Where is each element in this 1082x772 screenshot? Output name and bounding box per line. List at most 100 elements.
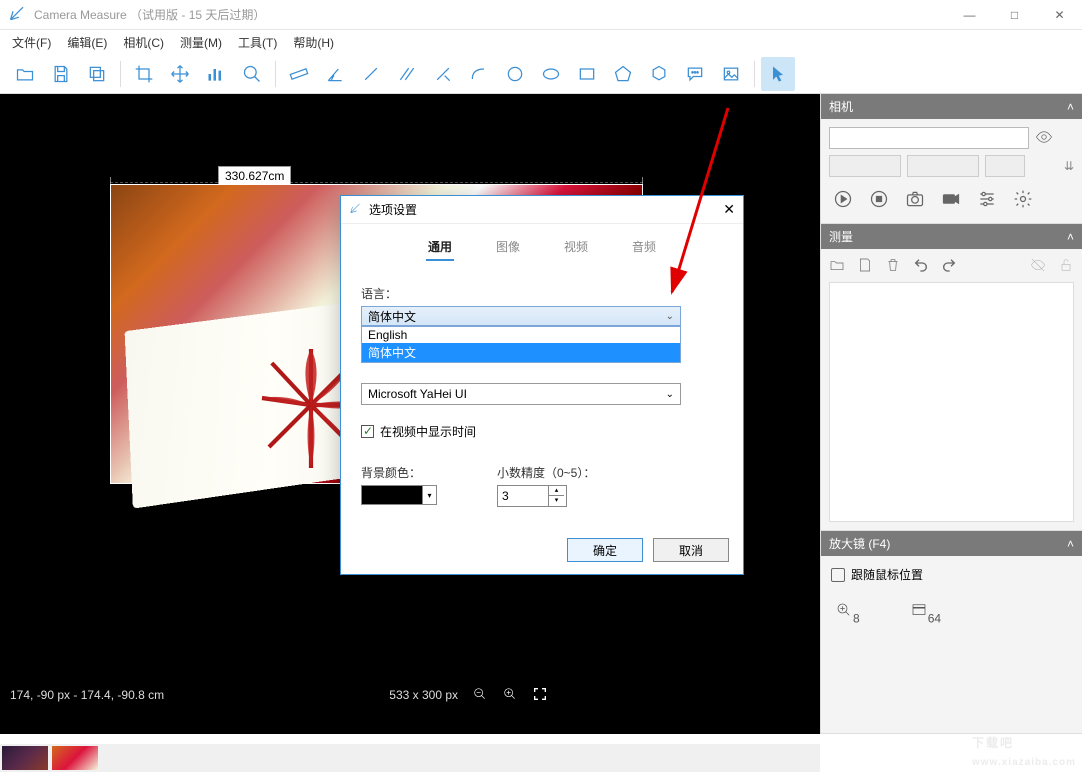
measurement-list[interactable] — [829, 282, 1074, 522]
menu-help[interactable]: 帮助(H) — [285, 32, 342, 53]
magnifier-panel: 放大镜 (F4) ˄ 跟随鼠标位置 8 64 — [821, 531, 1082, 734]
camera-panel: 相机 ˄ ⇊ — [821, 94, 1082, 224]
camera-fps-select[interactable] — [907, 155, 979, 177]
eye-icon[interactable] — [1035, 128, 1053, 149]
open-icon[interactable] — [8, 57, 42, 91]
camera-format-select[interactable] — [985, 155, 1025, 177]
camera-panel-header[interactable]: 相机 ˄ — [821, 94, 1082, 119]
chevron-up-icon: ˄ — [1067, 100, 1074, 114]
pentagon-icon[interactable] — [606, 57, 640, 91]
app-icon — [8, 3, 28, 26]
cancel-button[interactable]: 取消 — [653, 538, 729, 562]
tab-general[interactable]: 通用 — [426, 234, 454, 261]
window-title: Camera Measure （试用版 - 15 天后过期） — [34, 6, 947, 23]
gear-icon[interactable] — [1013, 189, 1033, 209]
measure-panel-header[interactable]: 测量 ˄ — [821, 224, 1082, 249]
menu-tools[interactable]: 工具(T) — [230, 32, 285, 53]
menu-edit[interactable]: 编辑(E) — [59, 32, 115, 53]
redo-icon[interactable] — [941, 257, 957, 276]
options-dialog: 选项设置 ✕ 通用 图像 视频 音频 语言： 简体中文 ⌄ English 简体… — [340, 195, 744, 575]
checkbox-checked-icon[interactable]: ✓ — [361, 425, 374, 438]
thumbnail[interactable] — [52, 746, 98, 770]
close-icon[interactable]: ✕ — [723, 201, 735, 218]
menu-measure[interactable]: 测量(M) — [172, 32, 230, 53]
sidebar: 相机 ˄ ⇊ — [820, 94, 1082, 734]
tab-video[interactable]: 视频 — [562, 234, 590, 261]
search-icon[interactable] — [235, 57, 269, 91]
language-label: 语言： — [361, 285, 723, 302]
chevron-up-icon: ˄ — [1067, 230, 1074, 244]
status-bar: 174, -90 px - 174.4, -90.8 cm 533 x 300 … — [0, 682, 558, 708]
image-icon[interactable] — [714, 57, 748, 91]
record-icon[interactable] — [941, 189, 961, 209]
ok-button[interactable]: 确定 — [567, 538, 643, 562]
histogram-icon[interactable] — [199, 57, 233, 91]
magnifier-panel-header[interactable]: 放大镜 (F4) ˄ — [821, 531, 1082, 556]
menubar: 文件(F) 编辑(E) 相机(C) 测量(M) 工具(T) 帮助(H) — [0, 30, 1082, 54]
save-icon[interactable] — [44, 57, 78, 91]
menu-file[interactable]: 文件(F) — [4, 32, 59, 53]
maximize-button[interactable]: □ — [992, 0, 1037, 30]
chevron-down-icon: ⌄ — [666, 389, 674, 400]
copy-icon[interactable] — [80, 57, 114, 91]
dialog-titlebar: 选项设置 ✕ — [341, 196, 743, 224]
ruler-icon[interactable] — [282, 57, 316, 91]
language-select[interactable]: 简体中文 ⌄ — [361, 306, 681, 326]
angle-icon[interactable] — [318, 57, 352, 91]
toolbar — [0, 54, 1082, 94]
window-small-icon[interactable]: 64 — [910, 601, 941, 625]
tab-image[interactable]: 图像 — [494, 234, 522, 261]
expand-icon[interactable]: ⇊ — [1064, 159, 1074, 173]
language-option-english[interactable]: English — [362, 327, 680, 343]
precision-spinner[interactable]: ▴▾ — [497, 485, 567, 507]
comment-icon[interactable] — [678, 57, 712, 91]
status-size: 533 x 300 px — [389, 688, 458, 702]
minimize-button[interactable]: ― — [947, 0, 992, 30]
fullscreen-icon[interactable] — [532, 686, 548, 705]
spinner-down[interactable]: ▾ — [548, 496, 564, 506]
undo-icon[interactable] — [913, 257, 929, 276]
bgcolor-dropdown-button[interactable]: ▾ — [423, 485, 437, 505]
bgcolor-swatch[interactable] — [361, 485, 423, 505]
thumbnail[interactable] — [2, 746, 48, 770]
polygon-icon[interactable] — [642, 57, 676, 91]
follow-mouse-label: 跟随鼠标位置 — [851, 566, 923, 583]
chevron-up-icon: ˄ — [1067, 537, 1074, 551]
pointer-icon[interactable] — [761, 57, 795, 91]
zoom-in-icon[interactable] — [502, 686, 518, 705]
sliders-icon[interactable] — [977, 189, 997, 209]
move-icon[interactable] — [163, 57, 197, 91]
perpendicular-icon[interactable] — [426, 57, 460, 91]
status-coords: 174, -90 px - 174.4, -90.8 cm — [10, 688, 164, 702]
stop-icon[interactable] — [869, 189, 889, 209]
menu-camera[interactable]: 相机(C) — [115, 32, 172, 53]
tab-audio[interactable]: 音频 — [630, 234, 658, 261]
precision-input[interactable] — [498, 486, 548, 506]
zoom-out-icon[interactable] — [472, 686, 488, 705]
arc-icon[interactable] — [462, 57, 496, 91]
visibility-icon[interactable] — [1030, 257, 1046, 276]
spinner-up[interactable]: ▴ — [548, 486, 564, 496]
snapshot-icon[interactable] — [905, 189, 925, 209]
crop-icon[interactable] — [127, 57, 161, 91]
play-icon[interactable] — [833, 189, 853, 209]
precision-label: 小数精度（0~5）： — [497, 464, 595, 481]
thumbnail-strip — [0, 744, 820, 772]
dialog-tabs: 通用 图像 视频 音频 — [341, 224, 743, 271]
save-icon[interactable] — [857, 257, 873, 276]
checkbox-unchecked-icon[interactable] — [831, 568, 845, 582]
parallel-icon[interactable] — [390, 57, 424, 91]
line-icon[interactable] — [354, 57, 388, 91]
font-select[interactable]: Microsoft YaHei UI ⌄ — [361, 383, 681, 405]
ellipse-icon[interactable] — [534, 57, 568, 91]
circle-icon[interactable] — [498, 57, 532, 91]
camera-select[interactable] — [829, 127, 1029, 149]
close-button[interactable]: ✕ — [1037, 0, 1082, 30]
language-option-chinese[interactable]: 简体中文 — [362, 343, 680, 362]
camera-res-select[interactable] — [829, 155, 901, 177]
folder-icon[interactable] — [829, 257, 845, 276]
trash-icon[interactable] — [885, 257, 901, 276]
zoom-in-small-icon[interactable]: 8 — [835, 601, 860, 625]
rectangle-icon[interactable] — [570, 57, 604, 91]
lock-icon[interactable] — [1058, 257, 1074, 276]
